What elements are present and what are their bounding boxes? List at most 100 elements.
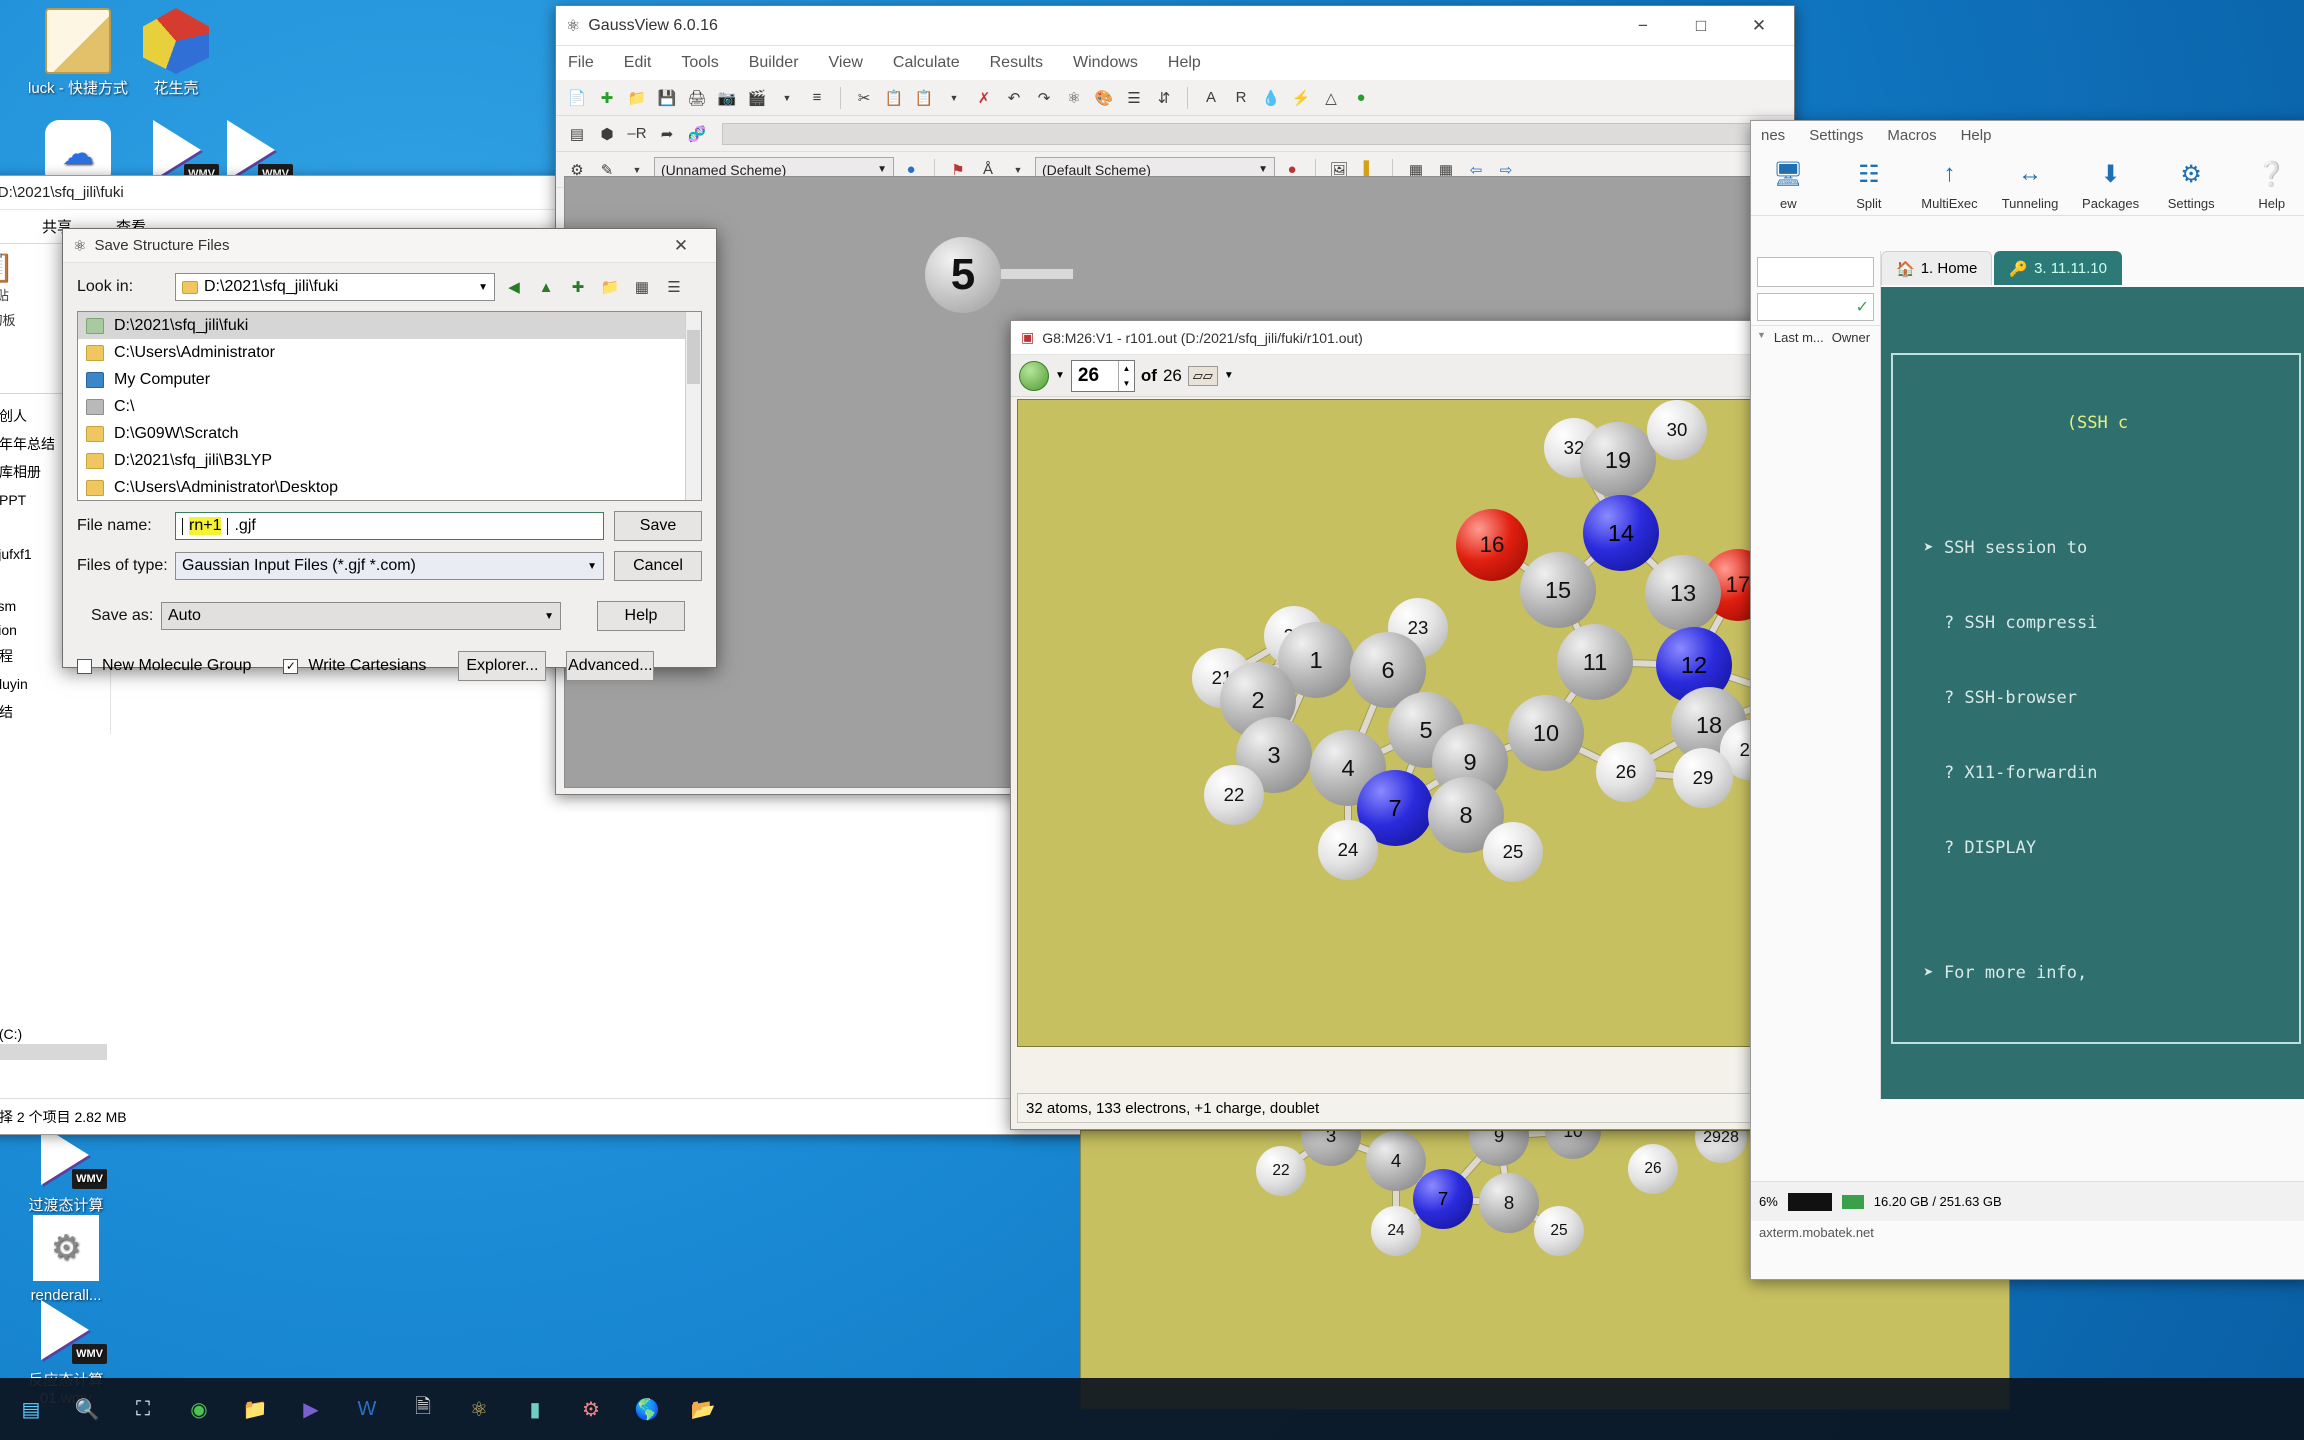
look-in-row[interactable]: Look in: D:\2021\sfq_jili\fuki ▼ ◀ ▲ ✚ 📁… bbox=[63, 273, 716, 301]
sort-icon[interactable]: ⇵ bbox=[1151, 86, 1177, 110]
menu-macros[interactable]: Macros bbox=[1887, 127, 1936, 144]
play-state-icon[interactable] bbox=[1019, 360, 1049, 391]
advanced-button[interactable]: Advanced... bbox=[566, 651, 655, 681]
file-name-input[interactable]: rn+1 .gjf bbox=[175, 512, 604, 540]
notepad-icon[interactable]: 🗎 bbox=[400, 1386, 446, 1432]
atom-7[interactable]: 7 bbox=[1413, 1169, 1473, 1229]
align-icon[interactable]: ☰ bbox=[1121, 86, 1147, 110]
atom-26[interactable]: 26 bbox=[1628, 1144, 1678, 1194]
atom-10[interactable]: 10 bbox=[1545, 1131, 1601, 1159]
paste-icon[interactable]: 📋 bbox=[911, 86, 937, 110]
mobaxterm-task-icon[interactable]: ⚙ bbox=[568, 1386, 614, 1432]
atom-16[interactable]: 16 bbox=[1456, 509, 1528, 581]
helix-icon[interactable]: ➦ bbox=[654, 122, 680, 146]
biofragment-icon[interactable]: 🧬 bbox=[684, 122, 710, 146]
desktop-icon-renderall[interactable]: ⚙ renderall... bbox=[10, 1215, 122, 1305]
explorer-drive-list[interactable]: 磁盘 (C:) D:) bbox=[0, 1024, 107, 1060]
menu-windows[interactable]: Windows bbox=[1071, 52, 1140, 74]
gaussview-titlebar[interactable]: ⚛ GaussView 6.0.16 − □ ✕ bbox=[556, 6, 1794, 46]
dropper-icon[interactable]: 💧 bbox=[1258, 86, 1284, 110]
brush-icon[interactable]: 🎨 bbox=[1091, 86, 1117, 110]
atom-30[interactable]: 30 bbox=[1647, 400, 1707, 460]
close-icon[interactable]: ✕ bbox=[652, 227, 710, 265]
mobaxterm-url[interactable]: axterm.mobatek.net bbox=[1751, 1221, 2304, 1249]
tab-home[interactable]: 页 bbox=[0, 210, 20, 243]
atom-19[interactable]: 19 bbox=[1580, 422, 1656, 498]
files-of-type-row[interactable]: Files of type: Gaussian Input Files (*.g… bbox=[63, 551, 716, 581]
frame-number-input[interactable] bbox=[1071, 360, 1118, 391]
look-in-combo[interactable]: D:\2021\sfq_jili\fuki ▼ bbox=[175, 273, 495, 301]
atom-25[interactable]: 25 bbox=[1483, 822, 1543, 882]
folder-task-icon[interactable]: 📂 bbox=[680, 1386, 726, 1432]
new-doc-icon[interactable]: 📄 bbox=[564, 86, 590, 110]
chevron-down-icon[interactable]: ▼ bbox=[1055, 370, 1065, 381]
menu-help[interactable]: Help bbox=[1961, 127, 1992, 144]
atom-22[interactable]: 22 bbox=[1204, 765, 1264, 825]
menu-help[interactable]: Help bbox=[1166, 52, 1203, 74]
mobaxterm-menubar[interactable]: nes Settings Macros Help bbox=[1751, 121, 2304, 150]
stepper-down-icon[interactable]: ▼ bbox=[1119, 376, 1134, 391]
bolt-icon[interactable]: ⚡ bbox=[1288, 86, 1314, 110]
terminal-task-icon[interactable]: ▮ bbox=[512, 1386, 558, 1432]
ring-icon[interactable]: ⬢ bbox=[594, 122, 620, 146]
list-item[interactable]: C:\Users\Administrator bbox=[78, 339, 701, 366]
atom-25[interactable]: 25 bbox=[1534, 1206, 1584, 1256]
camera-icon[interactable]: 📷 bbox=[714, 86, 740, 110]
taskbar[interactable]: ▤ 🔍 ⛶ ◉ 📁 ▶ W 🗎 ⚛ ▮ ⚙ 🌎 📂 bbox=[0, 1378, 2304, 1440]
column-owner[interactable]: Owner bbox=[1832, 330, 1870, 345]
chevron-down-icon[interactable]: ▼ bbox=[544, 611, 554, 622]
rgroup-icon[interactable]: –R bbox=[624, 122, 650, 146]
desktop-icon-huashengke[interactable]: 花生壳 bbox=[120, 8, 232, 98]
atom-22[interactable]: 22 bbox=[1256, 1146, 1306, 1196]
file-list-scrollbar[interactable] bbox=[685, 312, 701, 500]
save-icon[interactable]: 💾 bbox=[654, 86, 680, 110]
new-molecule-group-checkbox[interactable] bbox=[77, 658, 92, 674]
file-list[interactable]: D:\2021\sfq_jili\fuki C:\Users\Administr… bbox=[77, 311, 702, 501]
write-cartesians-checkbox[interactable]: ✓ bbox=[283, 658, 299, 674]
copy-icon[interactable]: 📋 bbox=[881, 86, 907, 110]
atom-8[interactable]: 8 bbox=[1479, 1173, 1539, 1233]
stepper-up-icon[interactable]: ▲ bbox=[1119, 361, 1134, 376]
explorer-icon[interactable]: 📁 bbox=[232, 1386, 278, 1432]
column-last-modified[interactable]: Last m... bbox=[1774, 330, 1824, 345]
mobaxterm-toolbar[interactable]: 🖥 ew ☷ Split ↑ MultiExec ↔ Tunneling ⬇ P… bbox=[1751, 150, 2304, 216]
chevron-down-icon[interactable]: ▼ bbox=[877, 164, 887, 175]
print-icon[interactable]: 🖨 bbox=[684, 86, 710, 110]
delete-icon[interactable]: ✗ bbox=[971, 86, 997, 110]
open-folder-icon[interactable]: 📁 bbox=[624, 86, 650, 110]
list-item[interactable]: D:\G09W\Scratch bbox=[78, 420, 701, 447]
drive-item-d[interactable]: D:) bbox=[0, 1044, 107, 1060]
gaussview-menubar[interactable]: File Edit Tools Builder View Calculate R… bbox=[556, 46, 1794, 80]
menu-builder[interactable]: Builder bbox=[747, 52, 801, 74]
sort-caret-icon[interactable]: ▼ bbox=[1757, 330, 1766, 345]
menu-view[interactable]: View bbox=[827, 52, 865, 74]
ssh-terminal[interactable]: (SSH c ➤ SSH session to ? SSH compressi … bbox=[1881, 287, 2304, 1099]
chevron-down-icon[interactable]: ▼ bbox=[478, 282, 488, 293]
up-folder-icon[interactable]: ▲ bbox=[533, 274, 559, 300]
save-button[interactable]: Save bbox=[614, 511, 702, 541]
gaussview-toolbar-main[interactable]: 📄 ✚ 📁 💾 🖨 📷 🎬 ▼ ≡ ✂ 📋 📋 ▼ ✗ ↶ ↷ ⚛ 🎨 ☰ ⇵ … bbox=[556, 80, 1794, 116]
menu-calculate[interactable]: Calculate bbox=[891, 52, 962, 74]
menu-tools[interactable]: Tools bbox=[679, 52, 720, 74]
list-item[interactable]: C:\Users\Administrator\Desktop bbox=[78, 474, 701, 500]
list-view-icon[interactable]: ▦ bbox=[629, 274, 655, 300]
menu-file[interactable]: File bbox=[566, 52, 596, 74]
list-item[interactable]: C:\ bbox=[78, 393, 701, 420]
side-filter-row[interactable]: ✓ bbox=[1757, 293, 1874, 321]
menu-edit[interactable]: Edit bbox=[622, 52, 654, 74]
detail-view-icon[interactable]: ☰ bbox=[661, 274, 687, 300]
menu-games[interactable]: nes bbox=[1761, 127, 1785, 144]
surface-icon[interactable]: △ bbox=[1318, 86, 1344, 110]
chevron-down-icon[interactable]: ▼ bbox=[1258, 164, 1268, 175]
folder-icon[interactable]: 📁 bbox=[597, 274, 623, 300]
save-dialog-options-row[interactable]: New Molecule Group ✓ Write Cartesians Ex… bbox=[63, 651, 716, 681]
atom-11[interactable]: 11 bbox=[1557, 624, 1633, 700]
nav-item[interactable]: 色总结 bbox=[0, 698, 106, 726]
menu-settings[interactable]: Settings bbox=[1809, 127, 1863, 144]
scrollbar-thumb[interactable] bbox=[687, 330, 700, 384]
help-button[interactable]: Help bbox=[597, 601, 685, 631]
save-structure-files-dialog[interactable]: ⚛ Save Structure Files ✕ Look in: D:\202… bbox=[62, 227, 717, 681]
close-button[interactable]: ✕ bbox=[1730, 7, 1788, 45]
atom-15[interactable]: 15 bbox=[1520, 552, 1596, 628]
undo-icon[interactable]: ↶ bbox=[1001, 86, 1027, 110]
